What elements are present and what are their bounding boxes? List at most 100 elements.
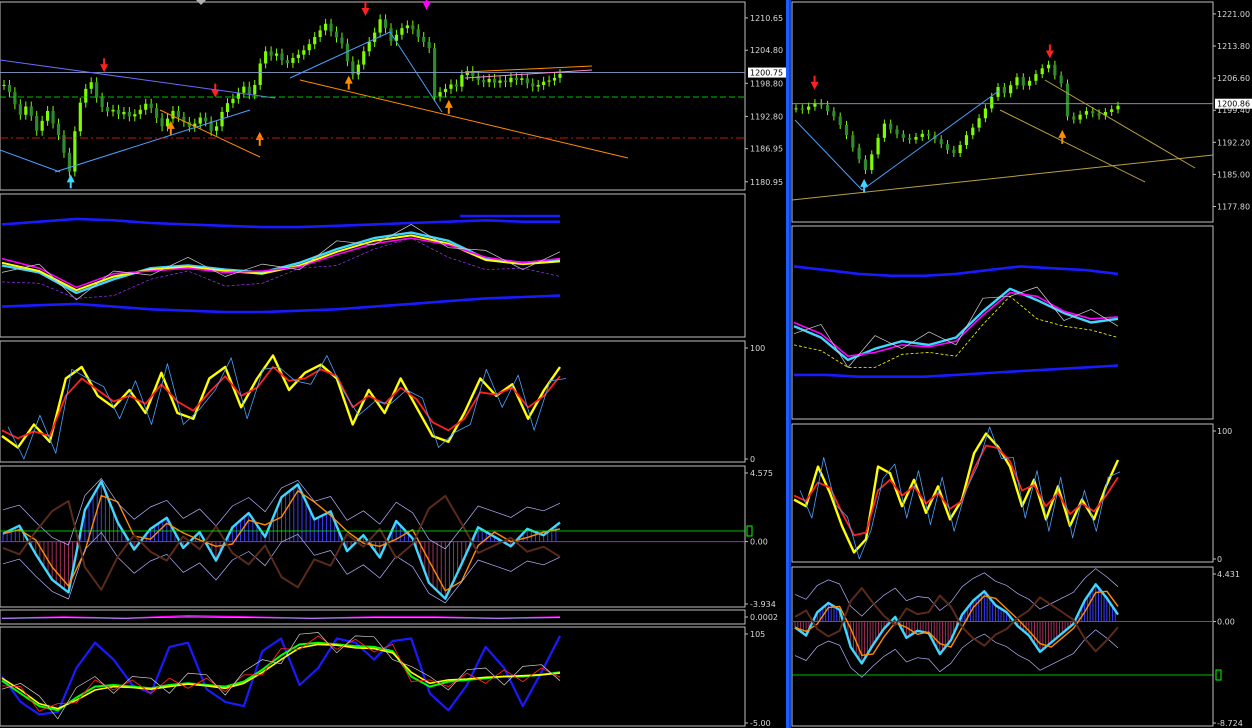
right-price-candle bbox=[939, 139, 943, 145]
left-price-candle bbox=[285, 60, 290, 63]
left-price-candle bbox=[24, 106, 28, 115]
left-price-candle bbox=[422, 36, 426, 42]
left-price-candle bbox=[269, 51, 273, 56]
left-price-tick-label: 1192.80 bbox=[750, 112, 783, 121]
right-bands-panel-series-2 bbox=[793, 287, 1119, 362]
left-price-candle bbox=[313, 36, 317, 45]
left-price-candle bbox=[176, 110, 181, 117]
left-price-candle bbox=[67, 152, 72, 172]
left-price-candle bbox=[35, 115, 39, 131]
left-bottom-series-0 bbox=[1, 635, 561, 716]
right-price-candle bbox=[1091, 111, 1095, 114]
left-price-candle bbox=[438, 92, 442, 97]
left-stochastic-frame bbox=[0, 340, 746, 463]
right-stochastic-tick-label: 100 bbox=[1217, 427, 1232, 436]
left-price-candle bbox=[449, 84, 453, 89]
left-price-candle bbox=[29, 106, 33, 116]
left-price-candle bbox=[383, 19, 388, 29]
left-price-candle bbox=[258, 63, 262, 85]
right-macd-momentum-line bbox=[794, 587, 1119, 653]
left-thin-panel-tick-label: 0.0002 bbox=[750, 613, 778, 622]
left-price-candle bbox=[443, 88, 448, 93]
right-price-candle bbox=[1015, 77, 1019, 86]
right-price-candle bbox=[1078, 114, 1082, 120]
right-price-candle bbox=[794, 108, 798, 110]
left-macd-tick-label: -3.934 bbox=[750, 600, 776, 609]
left-price-candle bbox=[482, 80, 486, 83]
left-price-candle bbox=[460, 75, 464, 87]
left-price-candle bbox=[498, 80, 502, 83]
left-price-candle bbox=[324, 23, 328, 31]
right-price-tick-label: 1206.60 bbox=[1217, 74, 1250, 83]
right-stochastic-frame bbox=[791, 423, 1214, 563]
left-price-candle bbox=[318, 30, 322, 37]
left-price-candle bbox=[280, 53, 284, 61]
left-macd-tick-label: 4.575 bbox=[750, 469, 773, 478]
right-macd-envelope-line bbox=[794, 568, 1119, 617]
right-price-candle bbox=[945, 144, 950, 150]
left-bottom-white-line bbox=[1, 632, 561, 720]
left-price-candle bbox=[264, 51, 268, 64]
right-price-candle bbox=[1040, 68, 1044, 75]
left-price-candle bbox=[116, 109, 121, 115]
right-price-candle bbox=[958, 144, 962, 154]
left-stochastic-tick-label: 100 bbox=[750, 344, 765, 353]
left-price-candle bbox=[329, 23, 333, 32]
left-price-candle bbox=[144, 103, 148, 110]
trendline bbox=[299, 79, 629, 159]
left-price-candle bbox=[214, 126, 219, 131]
left-price-candle bbox=[171, 110, 175, 119]
left-price-candle bbox=[307, 44, 311, 51]
left-price-candle bbox=[503, 80, 508, 83]
left-price-candle bbox=[542, 81, 546, 85]
right-price-candle bbox=[863, 159, 868, 170]
left-price-candle bbox=[231, 98, 235, 104]
left-macd-marker bbox=[746, 525, 753, 537]
right-price-candle bbox=[908, 137, 912, 140]
right-price-candle bbox=[825, 104, 830, 112]
left-price-candle bbox=[509, 77, 513, 83]
left-bands-panel-series-4 bbox=[1, 237, 561, 289]
left-bands-panel-series-0 bbox=[1, 217, 560, 229]
right-price-candle bbox=[1110, 109, 1114, 112]
right-bands-panel-series-1 bbox=[794, 364, 1119, 378]
left-price-candle bbox=[225, 103, 230, 112]
right-price-candle bbox=[1046, 64, 1051, 69]
left-bottom-tick-label: -5.00 bbox=[750, 719, 771, 728]
left-price-candle bbox=[198, 117, 202, 124]
trendline bbox=[1044, 79, 1196, 169]
left-price-candle bbox=[133, 114, 137, 117]
right-price-candle bbox=[977, 118, 981, 128]
right-stochastic-series-0 bbox=[793, 432, 1120, 554]
right-price-candle bbox=[952, 149, 956, 154]
left-bottom-tick-label: 105 bbox=[750, 630, 765, 639]
trendline bbox=[794, 119, 863, 191]
trendline bbox=[0, 149, 61, 173]
left-price-candle bbox=[520, 78, 524, 81]
left-price-candle bbox=[356, 64, 360, 75]
left-price-candle bbox=[400, 28, 404, 35]
right-macd-tick-label: -8.724 bbox=[1217, 719, 1243, 728]
right-price-candle bbox=[832, 111, 836, 117]
left-price-candle bbox=[56, 123, 61, 136]
left-price-candle bbox=[127, 111, 131, 117]
left-price-candle bbox=[13, 92, 17, 105]
left-price-candle bbox=[525, 78, 529, 84]
right-price-frame bbox=[791, 1, 1214, 223]
left-price-tick-label: 1180.95 bbox=[750, 178, 783, 187]
left-price-candle bbox=[149, 103, 153, 109]
right-price-tick-label: 1185.00 bbox=[1217, 170, 1250, 179]
left-price-candle bbox=[427, 41, 431, 49]
right-price-candle bbox=[844, 124, 849, 136]
right-macd-tick-label: 4.431 bbox=[1217, 570, 1240, 579]
right-price-candle bbox=[857, 147, 861, 160]
right-price-candle bbox=[1009, 85, 1013, 94]
right-price-tick-label: 1177.80 bbox=[1217, 203, 1250, 212]
left-price-candle bbox=[46, 110, 50, 121]
right-price-candle bbox=[1028, 80, 1032, 86]
left-price-candle bbox=[242, 86, 246, 93]
right-price-candle bbox=[1084, 111, 1089, 115]
left-price-candle bbox=[492, 78, 497, 83]
left-price-candle bbox=[362, 51, 366, 65]
left-price-candle bbox=[155, 108, 159, 119]
